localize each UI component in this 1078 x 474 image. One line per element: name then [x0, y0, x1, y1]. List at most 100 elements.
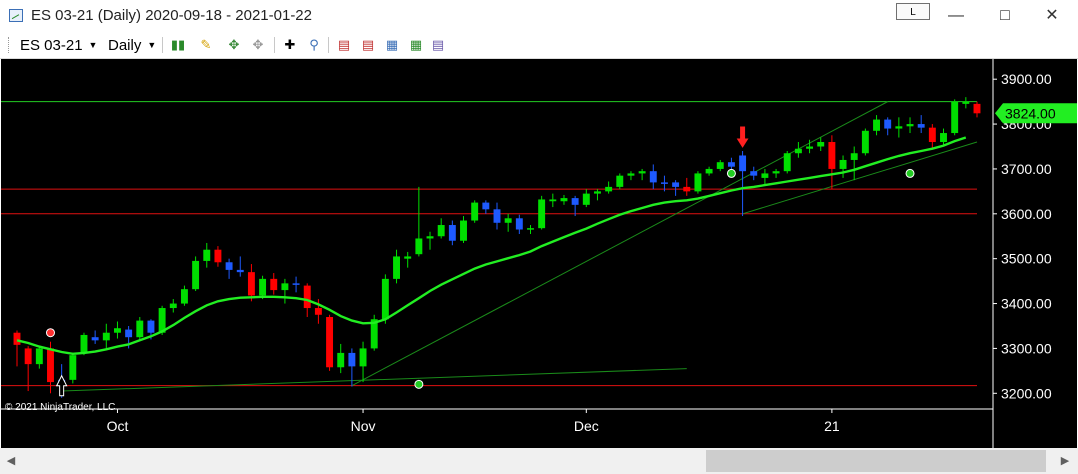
candle-body	[225, 262, 233, 270]
strategies-icon[interactable]: ▤	[360, 37, 376, 53]
candle-body	[839, 159, 847, 169]
candle-body	[605, 186, 613, 192]
candle-body	[850, 153, 858, 160]
candle-body	[337, 352, 345, 368]
horizontal-scrollbar[interactable]: ◀ ▶	[0, 448, 1078, 474]
candle-body	[616, 175, 624, 187]
scroll-left-icon[interactable]: ◀	[2, 452, 20, 470]
toolbar-separator	[274, 37, 275, 53]
candle-body	[884, 119, 892, 129]
chart-trader-icon[interactable]: ▦	[384, 37, 400, 53]
y-tick-label: 3200.00	[1001, 385, 1052, 401]
chart-app-icon	[9, 9, 23, 22]
candle-body	[783, 153, 791, 172]
drawing-tool-icon[interactable]: ✎	[198, 37, 214, 53]
candle-body	[303, 285, 311, 309]
candle-body	[359, 348, 367, 367]
candle-body	[538, 199, 546, 229]
candle-body	[761, 173, 769, 178]
zoom-icon[interactable]: ⚲	[306, 37, 322, 53]
candle-body	[549, 199, 557, 202]
bar-type-icon[interactable]: ▮▮	[170, 37, 186, 53]
candle-body	[471, 202, 479, 221]
candle-body	[114, 328, 121, 333]
toolbar-grip[interactable]	[8, 37, 12, 53]
candle-body	[125, 329, 133, 338]
global-draw-icon[interactable]: ✥	[226, 37, 242, 53]
candle-body	[683, 186, 691, 192]
candle-body	[794, 148, 802, 154]
candle-body	[817, 142, 825, 147]
instrument-selector[interactable]: ES 03-21 ▼	[20, 37, 97, 54]
candle-body	[962, 101, 970, 104]
instrument-label: ES 03-21	[20, 37, 83, 54]
candle-body	[47, 348, 54, 383]
candle-body	[672, 182, 680, 187]
candle-body	[80, 334, 88, 353]
candle-body	[102, 332, 110, 341]
candle-body	[828, 142, 836, 169]
candle-body	[861, 130, 869, 154]
properties-icon[interactable]: ▤	[430, 37, 446, 53]
hide-draw-icon[interactable]: ✥	[250, 37, 266, 53]
last-price-label: 3824.00	[1005, 105, 1056, 121]
candle-body	[649, 171, 657, 183]
candle-body	[415, 238, 423, 255]
candle-body	[136, 320, 144, 338]
interval-selector[interactable]: Daily ▼	[108, 37, 156, 54]
candle-body	[772, 171, 780, 174]
candle-body	[716, 162, 724, 169]
candle-body	[24, 348, 32, 365]
chart-toolbar: ES 03-21 ▼ Daily ▼ ▮▮ ✎ ✥ ✥ ✚ ⚲ ▤ ▤ ▦ ▦ ▤	[0, 32, 1078, 59]
candle-body	[426, 236, 434, 239]
candle-body	[928, 127, 936, 143]
candle-body	[806, 146, 814, 149]
candle-body	[404, 256, 412, 259]
price-chart[interactable]: 3900.003800.003700.003600.003500.003400.…	[1, 59, 1077, 448]
candle-body	[515, 218, 523, 230]
title-bar: ES 03-21 (Daily) 2020-09-18 - 2021-01-22…	[0, 0, 1078, 32]
candle-body	[594, 191, 601, 194]
candle-body	[281, 283, 289, 291]
candle-body	[895, 126, 903, 129]
candle-body	[739, 155, 747, 172]
signal-dot	[905, 168, 915, 178]
candle-body	[236, 269, 244, 273]
chart-settings-icon[interactable]: ▦	[408, 37, 424, 53]
y-tick-label: 3300.00	[1001, 340, 1052, 356]
interval-label: Daily	[108, 37, 142, 54]
y-tick-label: 3900.00	[1001, 71, 1052, 87]
indicators-icon[interactable]: ▤	[336, 37, 352, 53]
maximize-icon[interactable]: □	[985, 4, 1025, 28]
signal-dot	[414, 379, 424, 389]
scroll-right-icon[interactable]: ▶	[1056, 452, 1074, 470]
minimize-icon[interactable]: —	[936, 4, 976, 28]
candle-body	[527, 228, 534, 230]
y-tick-label: 3700.00	[1001, 161, 1052, 177]
candle-body	[560, 198, 568, 202]
signal-dot	[726, 168, 736, 178]
candle-body	[727, 162, 735, 167]
y-tick-label: 3500.00	[1001, 251, 1052, 267]
candle-body	[638, 171, 646, 174]
crosshair-icon[interactable]: ✚	[282, 37, 298, 53]
candle-body	[192, 260, 200, 290]
candle-body	[180, 289, 188, 304]
candle-body	[493, 209, 501, 223]
candle-body	[917, 124, 925, 128]
link-button[interactable]: L	[896, 3, 930, 20]
candle-body	[203, 249, 211, 261]
toolbar-separator	[162, 37, 163, 53]
copyright-text: © 2021 NinjaTrader, LLC	[5, 402, 115, 413]
y-tick-label: 3400.00	[1001, 296, 1052, 312]
close-icon[interactable]: ✕	[1032, 4, 1072, 28]
candle-body	[348, 352, 356, 367]
chart-panel[interactable]: 3900.00 3800.00 3700.00 3600.00 3500.00 3400.…	[1, 59, 1077, 448]
scroll-thumb[interactable]	[706, 450, 1046, 472]
x-tick-label: Dec	[574, 418, 599, 434]
candle-body	[169, 303, 177, 309]
candle-body	[504, 218, 512, 223]
x-tick-label: Nov	[351, 418, 376, 434]
candle-body	[448, 225, 456, 241]
candle-body	[247, 272, 255, 296]
